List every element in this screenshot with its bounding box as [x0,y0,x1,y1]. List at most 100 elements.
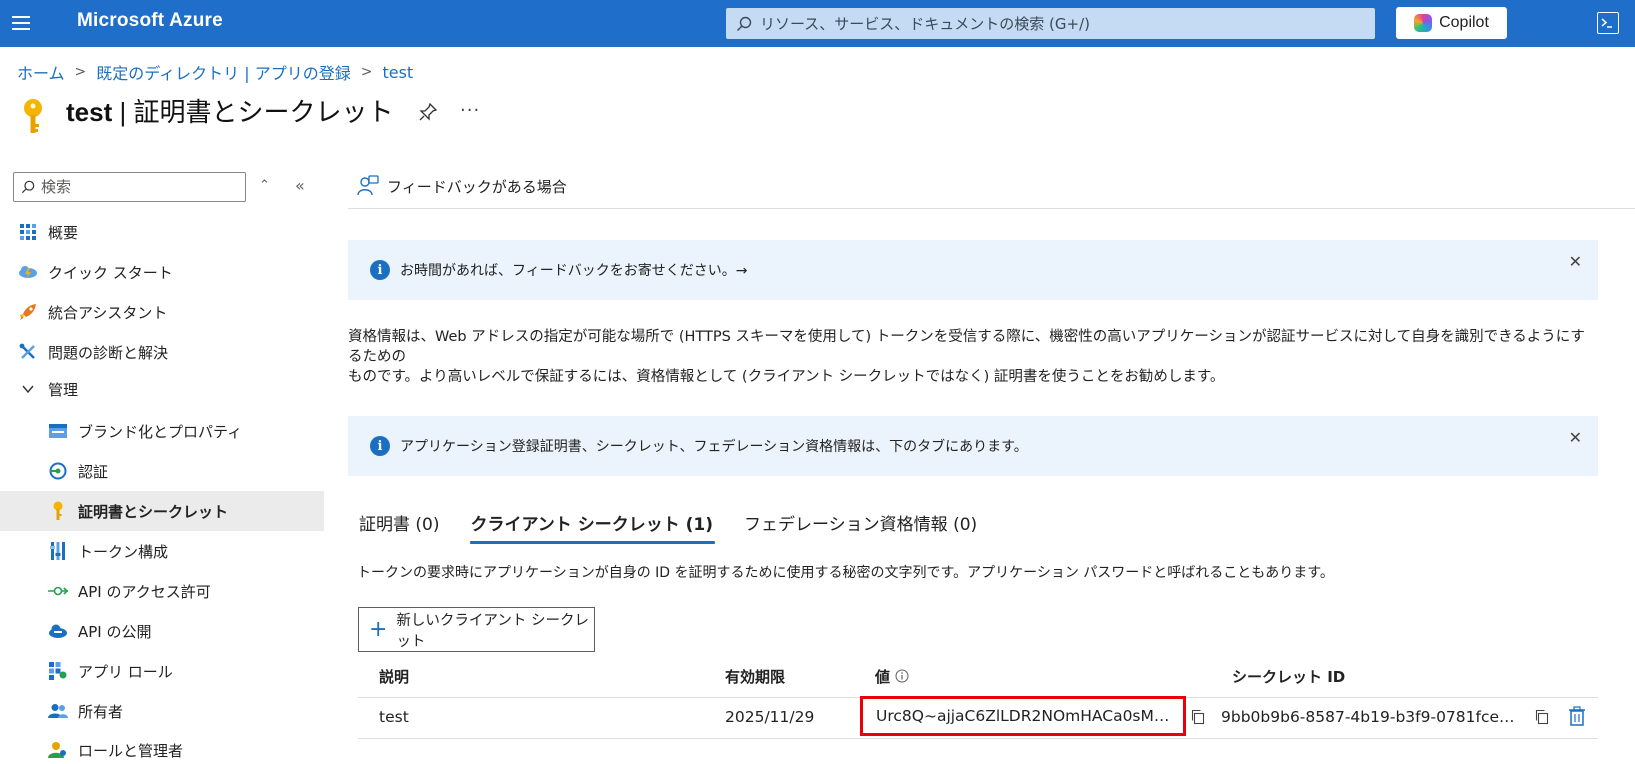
api-permission-icon [48,581,68,601]
sidebar-item-label: クイック スタート [48,263,173,282]
sidebar-item-expose-api[interactable]: API の公開 [0,611,324,651]
tab-federated-credentials[interactable]: フェデレーション資格情報 (0) [733,510,989,544]
sidebar-item-label: アプリ ロール [78,662,173,681]
roles-admins-icon [48,740,68,760]
cloud-api-icon [48,621,68,641]
column-header-description[interactable]: 説明 [379,666,409,687]
sidebar-item-branding[interactable]: ブランド化とプロパティ [0,411,324,451]
header-divider [348,208,1635,209]
search-icon [737,16,752,31]
brand-title[interactable]: Microsoft Azure [77,10,223,32]
page-header: test | 証明書とシークレット [20,90,393,133]
owners-icon [48,701,68,721]
feedback-link-label: フィードバックがある場合 [387,177,567,196]
table-row-divider [358,738,1598,739]
breadcrumb-home[interactable]: ホーム [17,60,65,84]
global-search-input[interactable] [760,14,1360,33]
auth-icon [48,461,68,481]
sidebar-item-token-configuration[interactable]: トークン構成 [0,531,324,571]
key-icon [48,501,68,521]
column-header-expires[interactable]: 有効期限 [725,666,785,687]
sidebar-item-label: 問題の診断と解決 [48,343,169,362]
close-icon[interactable]: ✕ [1569,428,1582,447]
sort-updown-icon[interactable]: ⌃ [259,178,270,193]
info-icon: i [370,436,390,456]
sidebar-item-quickstart[interactable]: クイック スタート [0,252,324,292]
credentials-description-line1: 資格情報は、Web アドレスの指定が可能な場所で (HTTPS スキーマを使用し… [348,329,1585,365]
feedback-banner-text[interactable]: お時間があれば、フィードバックをお寄せください。→ [400,260,747,280]
secret-id-cell: 9bb0b9b6-8587-4b19-b3f9-0781fce… [1221,708,1515,726]
rocket-icon [18,302,38,322]
sidebar-item-authentication[interactable]: 認証 [0,451,324,491]
menu-icon[interactable] [12,12,34,34]
column-header-value-label: 値 [875,668,891,686]
sidebar-search[interactable] [13,172,246,202]
credential-tabs: 証明書 (0) クライアント シークレット (1) フェデレーション資格情報 (… [348,510,997,544]
sidebar-item-label: 認証 [78,462,109,481]
tabs-info-banner-text: アプリケーション登録証明書、シークレット、フェデレーション資格情報は、下のタブに… [400,439,1028,455]
sidebar-item-certificates-secrets[interactable]: 証明書とシークレット [0,491,324,531]
page-title-section: 証明書とシークレット [133,96,394,127]
sidebar-item-label: 統合アシスタント [48,303,168,322]
page-title-separator: | [112,96,134,127]
global-search[interactable] [726,8,1375,39]
info-circle-icon[interactable] [895,669,909,683]
more-options-icon[interactable]: ··· [460,100,480,121]
copy-value-icon[interactable] [1190,709,1206,725]
tab-certificates[interactable]: 証明書 (0) [348,510,451,544]
tools-icon [18,342,38,362]
feedback-link[interactable]: フィードバックがある場合 [357,175,567,197]
sidebar-item-owners[interactable]: 所有者 [0,691,324,731]
tabs-info-banner: i アプリケーション登録証明書、シークレット、フェデレーション資格情報は、下のタ… [348,416,1598,476]
new-client-secret-button[interactable]: + 新しいクライアント シークレット [358,607,595,652]
close-icon[interactable]: ✕ [1569,252,1582,271]
chevron-right-icon: > [360,64,373,80]
sidebar-group-manage[interactable]: 管理 [0,369,324,409]
copy-secret-id-icon[interactable] [1534,709,1550,725]
copilot-icon [1414,14,1433,32]
sidebar-item-label: ブランド化とプロパティ [78,422,243,441]
grid-icon [18,222,38,242]
breadcrumb-test[interactable]: test [382,63,413,82]
secret-value-cell: Urc8Q~ajjaC6ZlLDR2NOmHACa0sM… [860,696,1186,736]
column-header-value[interactable]: 値 [875,666,909,687]
cloud-shell-icon[interactable] [1597,12,1619,34]
secret-description-cell: test [379,708,409,726]
copilot-button[interactable]: Copilot [1396,7,1507,39]
secret-value-text: Urc8Q~ajjaC6ZlLDR2NOmHACa0sM… [876,707,1170,725]
breadcrumb-app-registrations[interactable]: 既定のディレクトリ | アプリの登録 [96,60,350,84]
new-client-secret-label: 新しいクライアント シークレット [396,612,589,650]
delete-trash-icon[interactable] [1568,706,1586,726]
search-icon [21,180,35,194]
sidebar-item-label: 所有者 [78,702,124,721]
pin-icon[interactable] [418,102,438,122]
cloud-lightning-icon [18,262,38,282]
sidebar-item-label: API の公開 [78,622,152,641]
page-title-app: test [66,96,113,127]
column-header-secret-id[interactable]: シークレット ID [1232,666,1345,687]
plus-icon: + [369,617,388,642]
sidebar-item-integration-assistant[interactable]: 統合アシスタント [0,292,324,332]
key-icon [24,99,42,133]
credentials-description: 資格情報は、Web アドレスの指定が可能な場所で (HTTPS スキーマを使用し… [348,327,1598,387]
sidebar-item-label: API のアクセス許可 [78,582,211,601]
sidebar-item-diagnose-solve[interactable]: 問題の診断と解決 [0,332,324,372]
feedback-person-icon [357,175,379,196]
chevron-right-icon: > [74,64,87,80]
page-title: test | 証明書とシークレット [66,92,393,129]
tab-client-secrets[interactable]: クライアント シークレット (1) [459,510,725,544]
collapse-sidebar-icon[interactable]: « [295,176,305,195]
sidebar-item-label: 管理 [48,380,79,399]
token-icon [48,541,68,561]
sidebar-item-label: トークン構成 [78,542,169,561]
secret-expires-cell: 2025/11/29 [725,708,815,726]
sidebar-item-api-permissions[interactable]: API のアクセス許可 [0,571,324,611]
top-bar: Microsoft Azure Copilot [0,0,1635,47]
sidebar-item-app-roles[interactable]: アプリ ロール [0,651,324,691]
sidebar-item-overview[interactable]: 概要 [0,212,324,252]
sidebar-item-roles-admins[interactable]: ロールと管理者 [0,730,324,764]
branding-icon [48,421,68,441]
chevron-down-icon [18,379,38,399]
sidebar-item-label: 証明書とシークレット [78,502,229,521]
sidebar-search-input[interactable] [41,178,241,196]
